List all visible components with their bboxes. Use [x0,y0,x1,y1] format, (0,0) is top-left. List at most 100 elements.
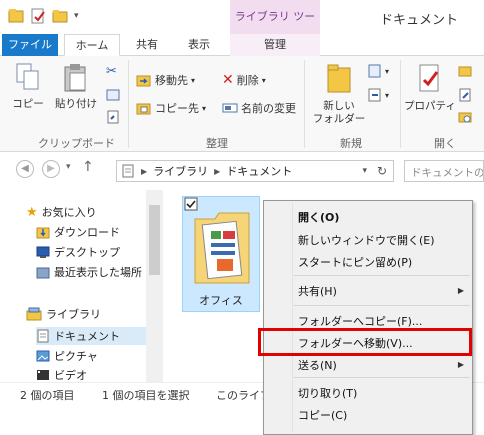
tab-share[interactable]: 共有 [124,34,170,56]
nav-item-recent[interactable]: 最近表示した場所 [36,264,142,280]
easy-access-button[interactable]: ▾ [368,88,389,102]
chevron-down-icon: ▾ [261,75,266,85]
ribbon-divider [128,60,129,148]
nav-label: ダウンロード [54,226,120,239]
nav-label: デスクトップ [54,246,120,259]
scissors-icon: ✂ [106,64,117,79]
new-folder-label-line2: フォルダー [312,113,366,125]
folder-name-office[interactable]: オフィス [182,292,260,308]
recent-locations-chevron-icon[interactable]: ▾ [66,162,71,172]
delete-x-icon: ✕ [222,72,234,88]
open-group-label: 開く [434,137,456,150]
breadcrumb-separator-icon: ▶ [141,166,148,176]
breadcrumb-library[interactable]: ライブラリ [153,163,208,179]
pictures-icon [36,350,50,362]
menu-item-open[interactable]: 開く(O) [298,209,339,225]
videos-icon [37,370,49,380]
status-selected: 1 個の項目を選択 [102,389,190,402]
ribbon: コピー 貼り付け ✂ クリップボード 移動先 ▾ コピー先 ▾ ✕ 削除 ▾ 名… [0,56,484,152]
search-input[interactable]: ドキュメントの検 [404,160,484,182]
copy-to-button[interactable]: コピー先 ▾ [136,100,206,116]
copy-to-label: コピー先 [155,102,199,115]
paste-shortcut-button[interactable] [106,110,120,124]
properties-button[interactable]: プロパティ [404,62,456,113]
paste-button[interactable]: 貼り付け [52,62,100,111]
nav-item-pictures[interactable]: ピクチャ [36,348,98,364]
navigation-scrollbar-thumb[interactable] [149,205,160,275]
chevron-down-icon: ▾ [385,66,390,76]
qat-dropdown-icon[interactable]: ▾ [74,11,79,21]
history-button[interactable] [458,110,472,124]
documents-library-icon [122,164,134,178]
forward-arrow-icon[interactable]: ▶ [42,160,60,178]
address-dropdown-icon[interactable]: ▾ [362,166,367,176]
menu-item-send-to[interactable]: 送る(N) [298,357,337,373]
address-bar[interactable]: ▶ ライブラリ ▶ ドキュメント ▾ ↻ [116,160,394,182]
menu-item-copy-to-folder[interactable]: フォルダーへコピー(F)... [298,313,422,329]
history-icon [458,112,472,123]
chevron-down-icon: ▾ [385,90,390,100]
nav-label: お気に入り [41,206,97,219]
context-menu: 開く(O) 新しいウィンドウで開く(E) スタートにピン留め(P) 共有(H) … [263,200,473,435]
tab-manage[interactable]: 管理 [230,34,320,56]
copy-folder-icon [136,103,151,115]
delete-button[interactable]: ✕ 削除 ▾ [222,72,266,88]
nav-item-documents[interactable]: ドキュメント [36,327,146,345]
menu-item-copy[interactable]: コピー(C) [298,407,347,423]
edit-icon [459,88,471,102]
refresh-icon[interactable]: ↻ [377,164,387,178]
copy-path-icon [106,89,120,101]
submenu-arrow-icon: ▶ [457,286,464,295]
nav-label: 最近表示した場所 [54,266,142,279]
move-to-button[interactable]: 移動先 ▾ [136,72,195,88]
properties-icon [419,64,439,92]
copy-path-button[interactable] [106,88,120,102]
highlight-box [258,328,472,356]
back-arrow-icon[interactable]: ◀ [16,160,34,178]
nav-item-downloads[interactable]: ダウンロード [36,224,120,240]
explorer-icon[interactable] [8,8,24,24]
breadcrumb-documents[interactable]: ドキュメント [226,163,292,179]
window-title: ドキュメント [380,13,459,28]
nav-item-libraries[interactable]: ライブラリ [26,306,101,322]
edit-button[interactable] [458,88,472,102]
rename-icon [222,103,238,113]
new-folder-icon [327,64,351,93]
desktop-icon [36,246,50,258]
move-folder-icon [136,75,151,87]
nav-item-favorites[interactable]: ★ お気に入り [26,204,97,220]
ribbon-divider [304,60,305,148]
properties-qat-icon[interactable] [30,8,46,24]
nav-label: ピクチャ [54,350,98,363]
menu-item-pin-start[interactable]: スタートにピン留め(P) [298,254,412,270]
copy-button[interactable]: コピー [10,62,46,111]
recent-places-icon [36,267,50,279]
copy-icon [16,63,39,90]
menu-item-share[interactable]: 共有(H) [298,283,337,299]
menu-item-cut[interactable]: 切り取り(T) [298,385,357,401]
up-arrow-icon[interactable]: ↑ [82,159,94,175]
new-item-button[interactable]: ▾ [368,64,389,78]
tab-home[interactable]: ホーム [64,34,120,56]
nav-item-desktop[interactable]: デスクトップ [36,244,120,260]
nav-label: ドキュメント [54,330,120,343]
cut-button[interactable]: ✂ [106,64,117,79]
menu-separator [294,377,470,378]
menu-item-open-new-window[interactable]: 新しいウィンドウで開く(E) [298,232,435,248]
nav-item-videos[interactable]: ビデオ [36,368,87,382]
new-group-label: 新規 [340,137,362,150]
new-folder-qat-icon[interactable] [52,8,68,24]
rename-button[interactable]: 名前の変更 [222,100,296,116]
copy-label: コピー [12,98,44,110]
tab-file[interactable]: ファイル [2,34,58,56]
tab-view[interactable]: 表示 [175,34,223,56]
open-button[interactable] [458,64,472,78]
chevron-down-icon: ▾ [202,103,207,113]
chevron-down-icon: ▾ [191,75,196,85]
folder-icon [184,197,250,284]
menu-item-share-label: 共有(H) [298,285,337,298]
clipboard-group-label: クリップボード [38,137,115,150]
open-folder-icon [458,66,472,77]
new-folder-button[interactable]: 新しい フォルダー [312,62,366,126]
documents-icon [37,329,49,343]
